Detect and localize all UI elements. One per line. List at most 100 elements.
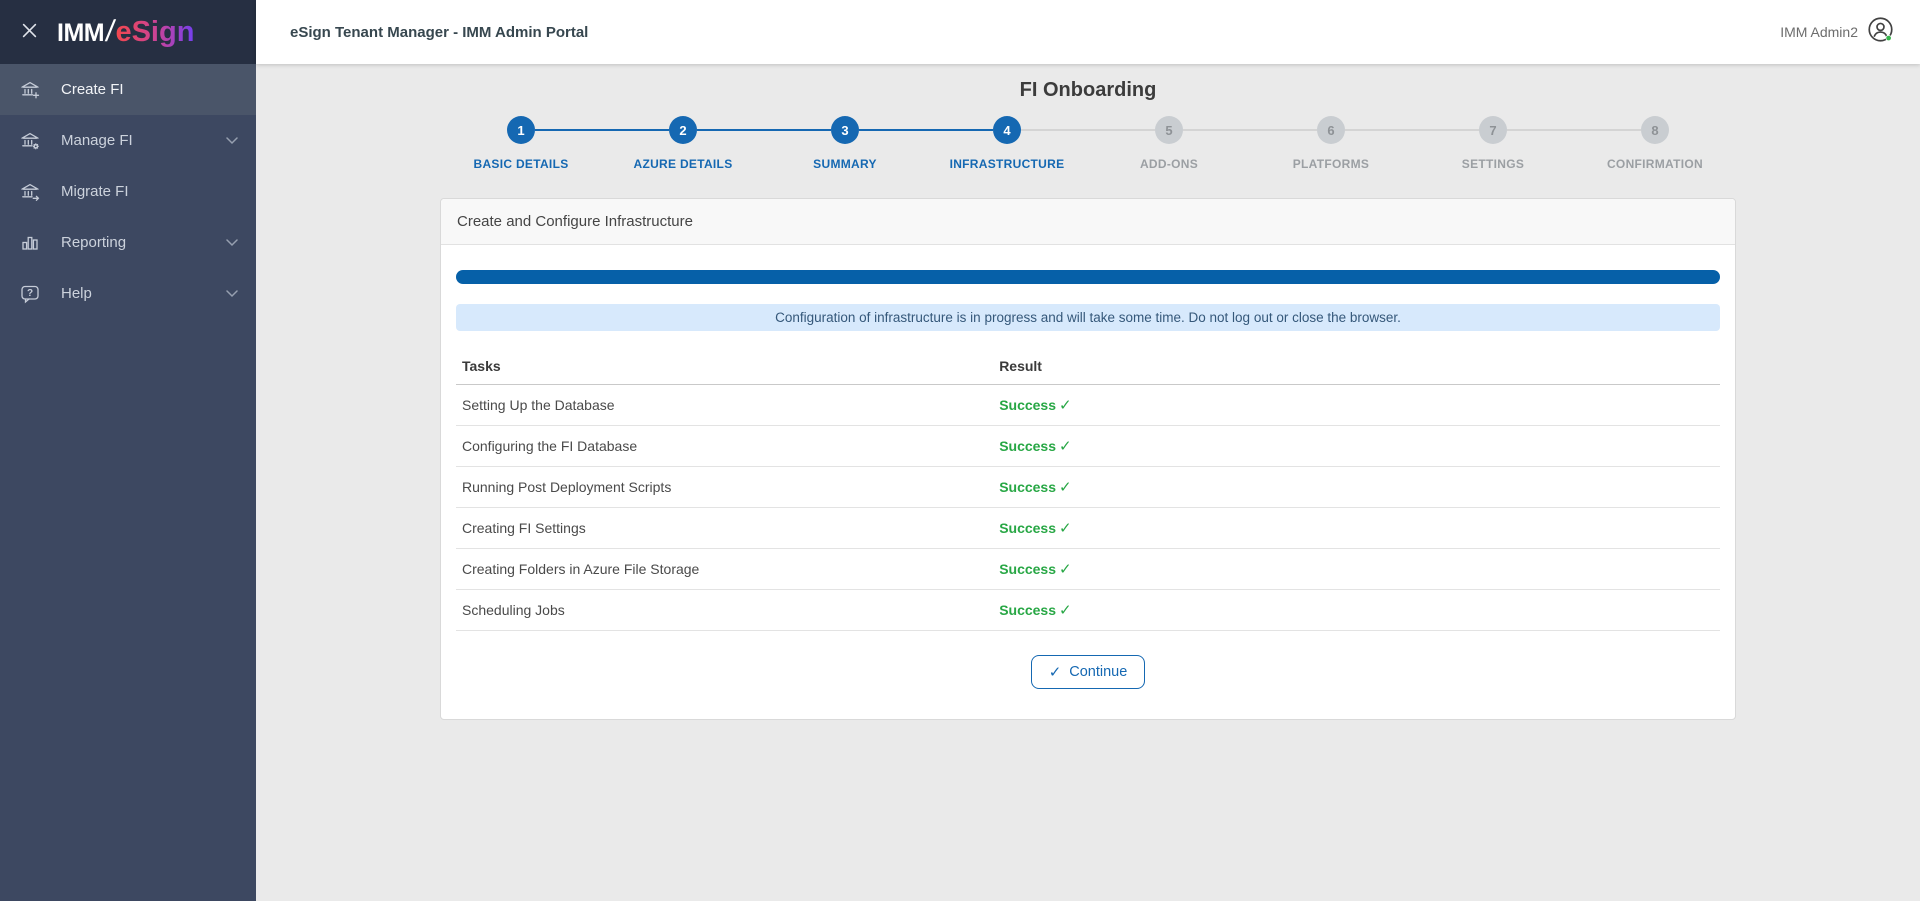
wizard-step: 7 SETTINGS xyxy=(1345,116,1574,171)
wizard-step: 4 INFRASTRUCTURE xyxy=(859,116,1088,171)
table-row: Scheduling Jobs Success ✓ xyxy=(456,589,1720,631)
step-number: 1 xyxy=(507,116,535,144)
wizard-step: 3 SUMMARY xyxy=(697,116,926,171)
wizard-step: 1 BASIC DETAILS xyxy=(440,116,602,171)
logo-imm-text: IMM xyxy=(57,19,105,47)
tasks-header-row: Tasks Result xyxy=(456,346,1720,385)
step-connector xyxy=(1183,129,1317,131)
task-name: Configuring the FI Database xyxy=(456,425,994,467)
user-avatar-icon xyxy=(1867,16,1894,48)
step-number: 8 xyxy=(1641,116,1669,144)
step-number: 2 xyxy=(669,116,697,144)
step-label: AZURE DETAILS xyxy=(633,157,733,171)
task-result: Success ✓ xyxy=(993,589,1720,631)
table-row: Creating Folders in Azure File Storage S… xyxy=(456,548,1720,590)
imm-esign-logo: IMM / eSign xyxy=(57,15,194,49)
user-menu[interactable]: IMM Admin2 xyxy=(1780,16,1894,48)
step-connector xyxy=(697,129,831,131)
step-label: ADD-ONS xyxy=(1139,157,1199,171)
check-icon: ✓ xyxy=(1059,397,1072,414)
sidebar-item-reporting[interactable]: Reporting xyxy=(0,217,256,268)
check-icon: ✓ xyxy=(1059,479,1072,496)
continue-button[interactable]: ✓ Continue xyxy=(1030,655,1146,689)
tasks-table: Tasks Result Setting Up the Database Suc… xyxy=(456,346,1720,631)
step-number: 7 xyxy=(1479,116,1507,144)
step-label: SETTINGS xyxy=(1461,157,1525,171)
step-connector xyxy=(1345,129,1479,131)
bar-chart-icon xyxy=(18,231,42,255)
content: FI Onboarding 1 BASIC DETAILS 2 AZURE DE… xyxy=(256,64,1920,901)
info-banner: Configuration of infrastructure is in pr… xyxy=(456,304,1720,331)
sidebar-item-label: Create FI xyxy=(61,81,124,98)
wizard-stepper: 1 BASIC DETAILS 2 AZURE DETAILS 3 SUMMAR… xyxy=(256,116,1920,171)
sidebar-item-label: Reporting xyxy=(61,234,127,251)
step-number: 6 xyxy=(1317,116,1345,144)
success-label: Success xyxy=(999,479,1057,495)
step-connector xyxy=(1507,129,1641,131)
page-title: FI Onboarding xyxy=(1019,79,1157,101)
help-bubble-icon: ? xyxy=(18,282,42,306)
sidebar-logo-bar: IMM / eSign xyxy=(0,0,256,64)
step-connector xyxy=(1021,129,1155,131)
sidebar-close-button[interactable] xyxy=(18,19,41,45)
success-label: Success xyxy=(999,602,1057,618)
topbar: eSign Tenant Manager - IMM Admin Portal … xyxy=(256,0,1920,64)
bank-arrow-icon xyxy=(18,180,42,204)
step-label: INFRASTRUCTURE xyxy=(949,157,1065,171)
infrastructure-card: Create and Configure Infrastructure Conf… xyxy=(440,198,1736,720)
check-icon: ✓ xyxy=(1059,438,1072,455)
success-label: Success xyxy=(999,561,1057,577)
step-label: SUMMARY xyxy=(813,157,877,171)
card-title: Create and Configure Infrastructure xyxy=(441,199,1735,245)
step-label: PLATFORMS xyxy=(1292,157,1370,171)
task-result: Success ✓ xyxy=(993,425,1720,467)
step-number: 4 xyxy=(993,116,1021,144)
success-label: Success xyxy=(999,438,1057,454)
check-icon: ✓ xyxy=(1048,664,1062,681)
sidebar-item-manage-fi[interactable]: Manage FI xyxy=(0,115,256,166)
task-name: Creating FI Settings xyxy=(456,507,994,549)
check-icon: ✓ xyxy=(1059,520,1072,537)
table-row: Configuring the FI Database Success ✓ xyxy=(456,425,1720,467)
sidebar-item-create-fi[interactable]: Create FI xyxy=(0,64,256,115)
sidebar-item-help[interactable]: ? Help xyxy=(0,268,256,319)
task-name: Running Post Deployment Scripts xyxy=(456,466,994,508)
close-icon xyxy=(22,23,37,41)
wizard-step: 2 AZURE DETAILS xyxy=(535,116,764,171)
chevron-down-icon xyxy=(226,238,238,247)
bank-plus-icon xyxy=(18,78,42,102)
step-connector xyxy=(535,129,669,131)
sidebar-item-label: Manage FI xyxy=(61,132,133,149)
task-name: Creating Folders in Azure File Storage xyxy=(456,548,994,590)
wizard-step: 8 CONFIRMATION xyxy=(1507,116,1736,171)
table-row: Running Post Deployment Scripts Success ✓ xyxy=(456,466,1720,508)
check-icon: ✓ xyxy=(1059,602,1072,619)
step-number: 3 xyxy=(831,116,859,144)
chevron-down-icon xyxy=(226,136,238,145)
main-area: eSign Tenant Manager - IMM Admin Portal … xyxy=(256,0,1920,901)
continue-button-label: Continue xyxy=(1069,664,1128,680)
task-result: Success ✓ xyxy=(993,466,1720,508)
wizard-step: 5 ADD-ONS xyxy=(1021,116,1250,171)
success-label: Success xyxy=(999,397,1057,413)
svg-text:?: ? xyxy=(27,288,33,299)
chevron-down-icon xyxy=(226,289,238,298)
logo-esign-text: eSign xyxy=(115,16,195,48)
task-name: Setting Up the Database xyxy=(456,384,994,426)
card-actions: ✓ Continue xyxy=(456,655,1720,689)
table-row: Setting Up the Database Success ✓ xyxy=(456,384,1720,426)
wizard-step: 6 PLATFORMS xyxy=(1183,116,1412,171)
task-result: Success ✓ xyxy=(993,384,1720,426)
result-column-header: Result xyxy=(993,346,1720,385)
check-icon: ✓ xyxy=(1059,561,1072,578)
app-root: IMM / eSign Create FI Manage FI Migrate … xyxy=(0,0,1920,901)
tasks-column-header: Tasks xyxy=(456,346,994,385)
table-row: Creating FI Settings Success ✓ xyxy=(456,507,1720,549)
progress-bar xyxy=(456,270,1720,284)
step-connector xyxy=(859,129,993,131)
task-result: Success ✓ xyxy=(993,548,1720,590)
app-title: eSign Tenant Manager - IMM Admin Portal xyxy=(290,23,589,41)
step-number: 5 xyxy=(1155,116,1183,144)
sidebar-item-migrate-fi[interactable]: Migrate FI xyxy=(0,166,256,217)
step-label: BASIC DETAILS xyxy=(473,157,569,171)
